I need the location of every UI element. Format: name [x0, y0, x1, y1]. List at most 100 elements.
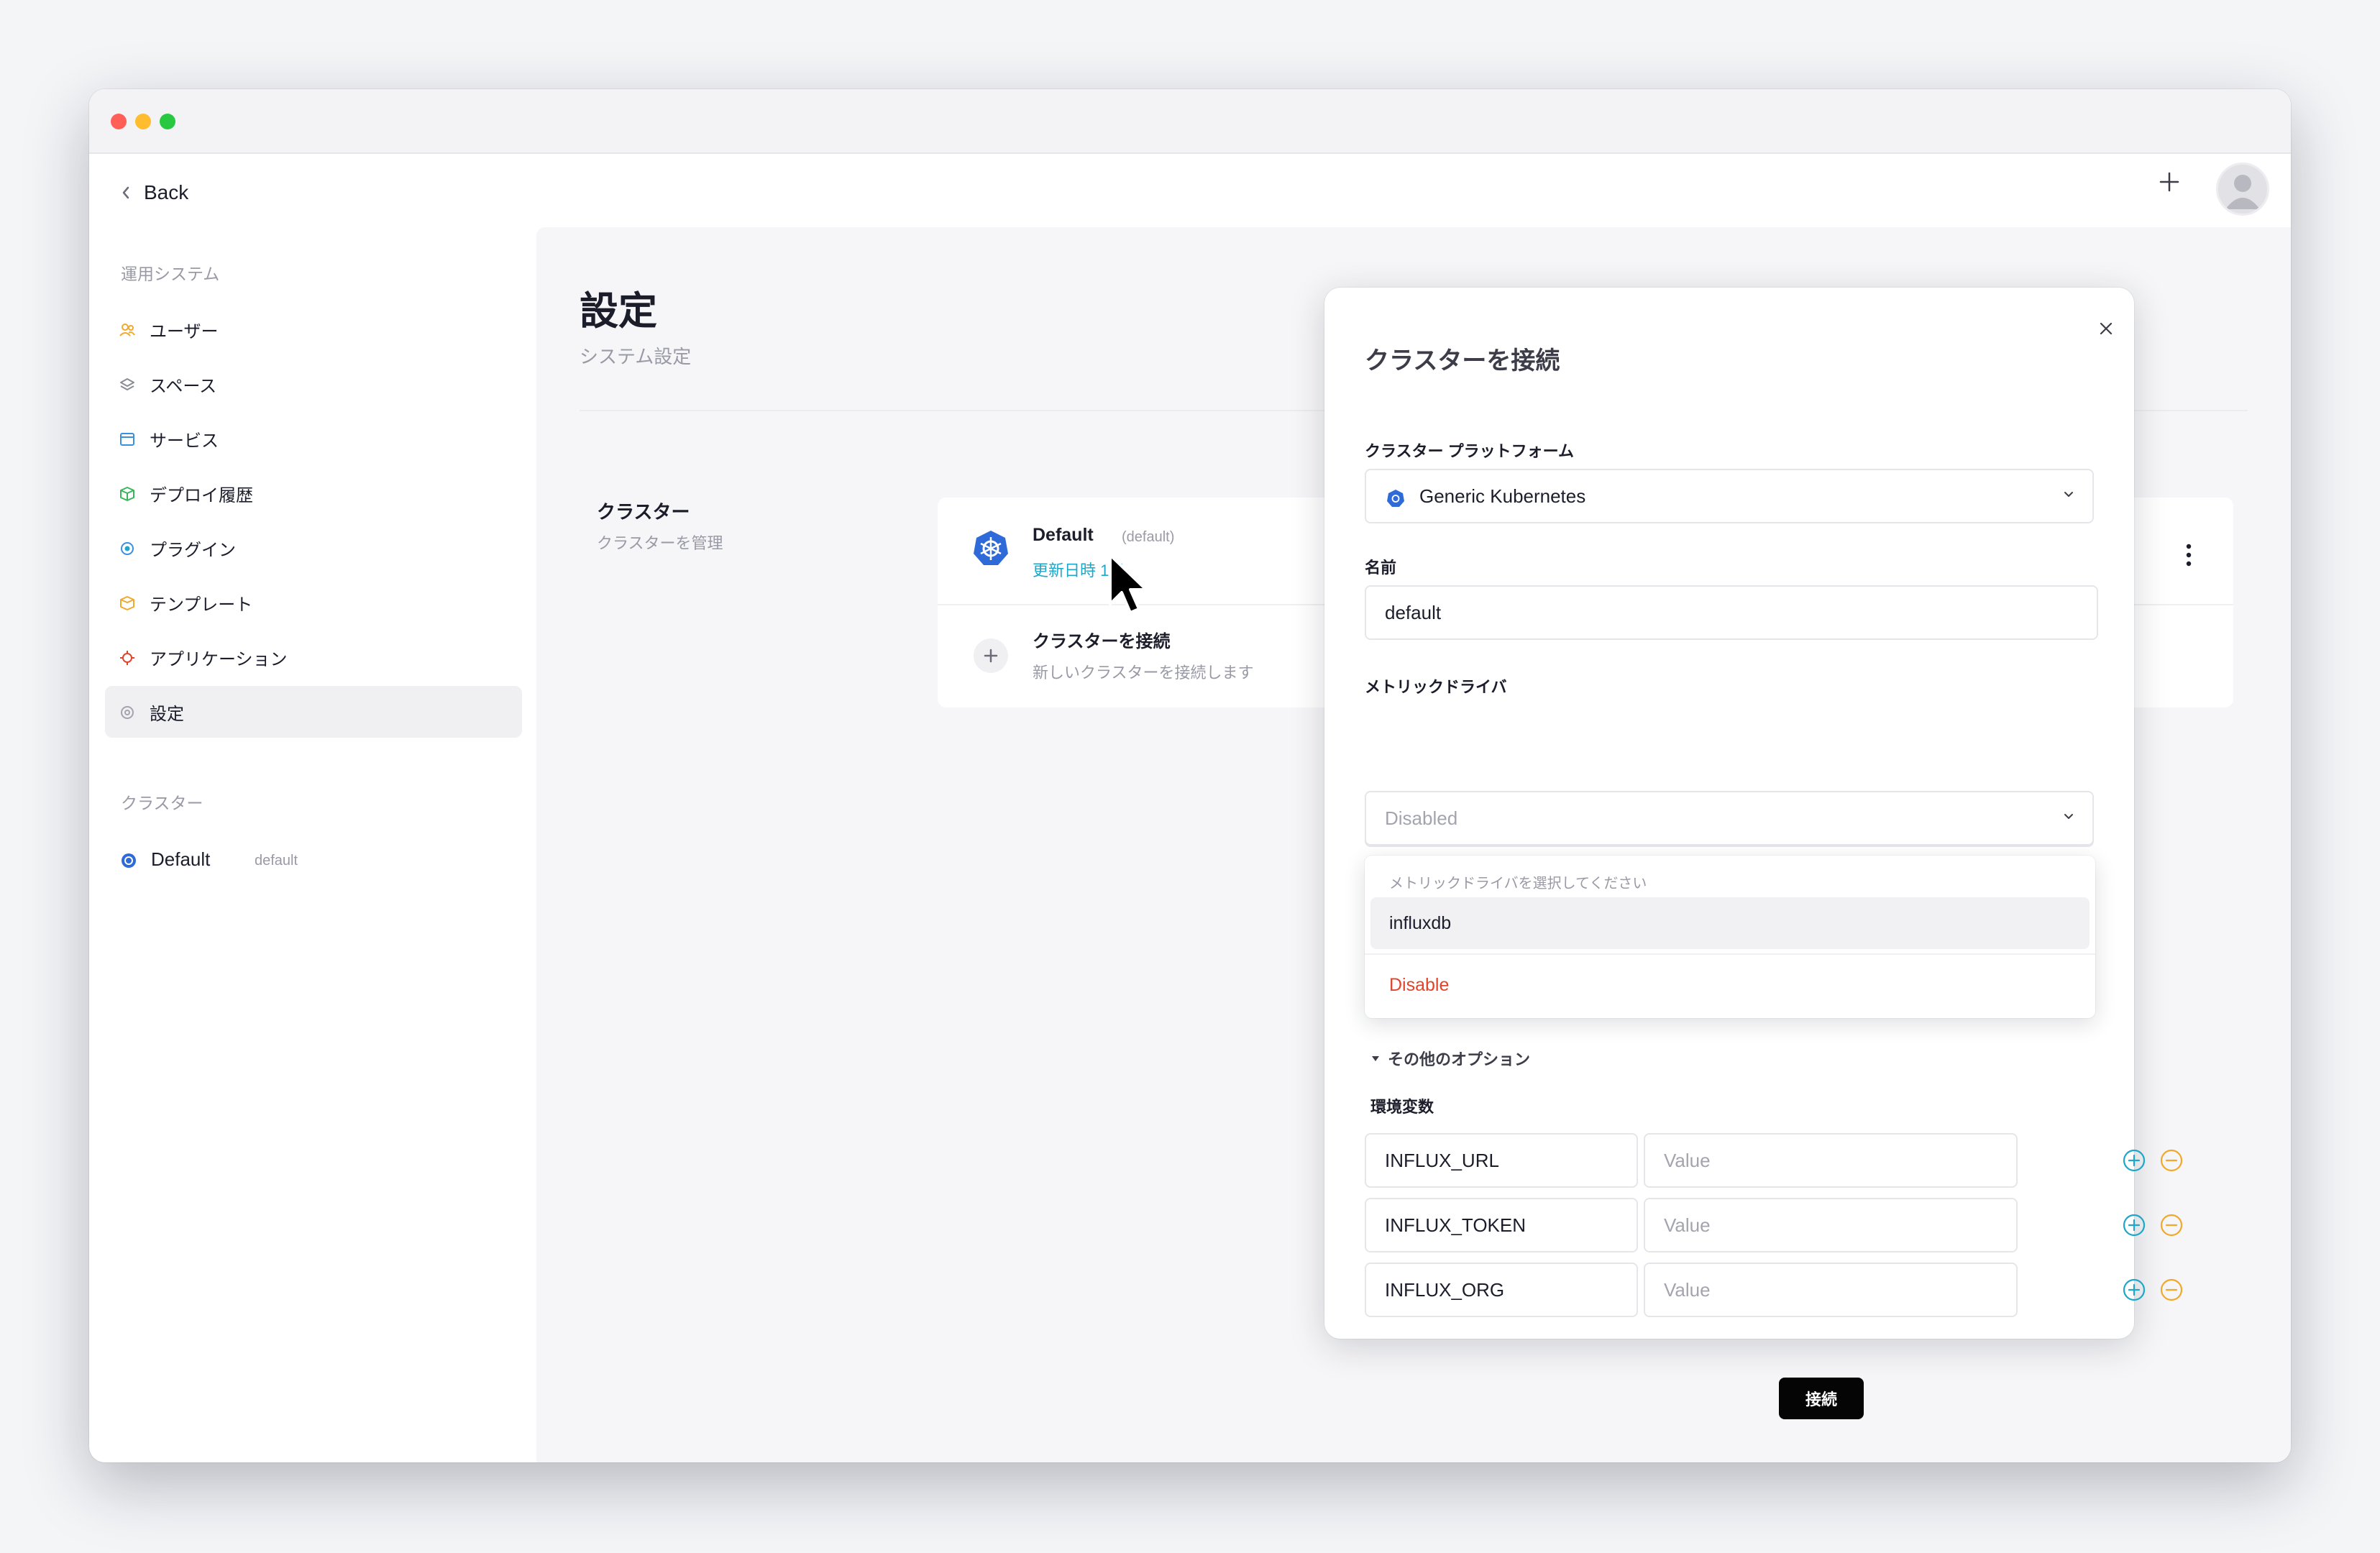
modal-title: クラスターを接続 [1365, 347, 1560, 375]
cluster-tag: default [255, 853, 298, 869]
more-options-label: その他のオプション [1388, 1050, 1531, 1068]
name-value: default [1385, 601, 1442, 623]
sidebar-item-users[interactable]: ユーザー [105, 303, 522, 355]
connect-cluster-title: クラスターを接続 [1033, 632, 1171, 651]
add-circle-icon[interactable] [2123, 1214, 2146, 1237]
template-icon [120, 596, 134, 610]
dropdown-option-disable[interactable]: Disable [1370, 959, 2090, 1011]
cluster-name: Default [151, 848, 211, 870]
minimize-window-button[interactable] [135, 114, 151, 129]
sidebar-item-label: スペース [150, 376, 217, 396]
remove-circle-icon[interactable] [2160, 1278, 2183, 1301]
metric-driver-label: メトリックドライバ [1365, 678, 1507, 696]
more-options-toggle[interactable]: その他のオプション [1370, 1047, 1530, 1070]
box-icon [120, 487, 134, 501]
users-icon [119, 324, 135, 336]
maximize-window-button[interactable] [160, 114, 175, 129]
chevron-down-icon [2064, 814, 2073, 819]
env-value-placeholder: Value [1664, 1149, 1711, 1171]
env-value-input[interactable]: Value [1644, 1263, 2018, 1317]
page-title: 設定 [580, 290, 657, 333]
more-vertical-icon[interactable] [2182, 541, 2196, 569]
sidebar-item-label: ユーザー [150, 321, 219, 342]
divider [1365, 953, 2095, 955]
platform-value: Generic Kubernetes [1419, 485, 1586, 507]
app-icon [120, 651, 134, 665]
env-key-input[interactable]: INFLUX_ORG [1365, 1263, 1638, 1317]
remove-circle-icon[interactable] [2160, 1214, 2183, 1237]
sidebar-item-label: テンプレート [150, 595, 253, 615]
sidebar-item-label: デプロイ履歴 [150, 485, 253, 505]
kubernetes-icon [1387, 490, 1404, 507]
env-value-placeholder: Value [1664, 1214, 1711, 1236]
env-key-value: INFLUX_ORG [1385, 1278, 1505, 1301]
page-subtitle: システム設定 [580, 346, 692, 367]
sidebar-item-applications[interactable]: アプリケーション [105, 631, 522, 683]
connect-cluster-subtitle: 新しいクラスターを接続します [1033, 664, 1254, 682]
mouse-cursor-icon [1109, 554, 1148, 614]
env-key-value: INFLUX_URL [1385, 1149, 1499, 1171]
avatar[interactable] [2216, 162, 2269, 216]
settings-icon [121, 706, 134, 719]
back-label: Back [144, 181, 189, 203]
option-label: influxdb [1389, 912, 1452, 933]
sidebar-cluster-default[interactable]: Default default [121, 846, 509, 877]
env-key-value: INFLUX_TOKEN [1385, 1214, 1527, 1236]
caret-down-icon [1372, 1056, 1379, 1061]
add-circle-icon[interactable] [2123, 1278, 2146, 1301]
section-title: クラスター [597, 501, 690, 523]
connect-cluster-row[interactable]: クラスターを接続 新しいクラスターを接続します [972, 627, 1375, 699]
sidebar-item-label: アプリケーション [150, 649, 288, 669]
add-circle-icon[interactable] [2123, 1149, 2146, 1172]
sidebar-item-label: 設定 [150, 704, 184, 724]
plus-circle-icon [974, 638, 1008, 673]
remove-circle-icon[interactable] [2160, 1149, 2183, 1172]
name-input[interactable]: default [1365, 585, 2098, 640]
kubernetes-icon [974, 531, 1008, 565]
chevron-down-icon [2064, 492, 2073, 497]
section-subtitle: クラスターを管理 [597, 534, 723, 552]
plus-icon [984, 649, 998, 663]
cluster-card-tag: (default) [1122, 529, 1175, 545]
connect-button[interactable]: 接続 [1779, 1378, 1864, 1419]
cluster-card-name: Default [1033, 525, 1094, 545]
sidebar-item-spaces[interactable]: スペース [105, 358, 522, 410]
sidebar-item-label: プラグイン [150, 540, 236, 560]
chevron-left-icon [122, 186, 129, 199]
option-label: Disable [1389, 974, 1450, 995]
platform-label: クラスター プラットフォーム [1365, 442, 1575, 460]
title-bar [89, 89, 2291, 154]
sidebar-item-deploy-history[interactable]: デプロイ履歴 [105, 467, 522, 519]
metric-driver-value: Disabled [1385, 807, 1458, 829]
name-label: 名前 [1365, 559, 1397, 577]
env-key-input[interactable]: INFLUX_URL [1365, 1133, 1638, 1188]
add-icon[interactable] [2159, 171, 2180, 193]
dropdown-option-influxdb[interactable]: influxdb [1370, 897, 2090, 949]
kubernetes-icon [122, 853, 136, 868]
sidebar-item-plugins[interactable]: プラグイン [105, 522, 522, 574]
close-icon[interactable] [2097, 319, 2115, 338]
window-icon [120, 433, 134, 446]
layers-icon [120, 378, 134, 390]
sidebar-item-templates[interactable]: テンプレート [105, 577, 522, 628]
env-vars-label: 環境変数 [1370, 1098, 1434, 1116]
platform-select[interactable]: Generic Kubernetes [1365, 469, 2094, 523]
nav-section-heading: 運用システム [121, 265, 220, 283]
dropdown-header: メトリックドライバを選択してください [1389, 876, 1647, 892]
back-link[interactable]: Back [121, 181, 188, 204]
close-window-button[interactable] [111, 114, 127, 129]
env-value-input[interactable]: Value [1644, 1198, 2018, 1252]
env-value-input[interactable]: Value [1644, 1133, 2018, 1188]
app-window: Back 運用システム ユーザー スペース サービス デプロイ履歴 プラグイン [89, 89, 2291, 1462]
connect-cluster-modal: クラスターを接続 クラスター プラットフォーム Generic Kubernet… [1324, 288, 2183, 1419]
metric-driver-select-field[interactable]: Disabled [1365, 791, 2094, 846]
cluster-row-default[interactable]: Default (default) 更新日時 1日 [972, 518, 1375, 590]
sidebar-item-settings[interactable]: 設定 [105, 686, 522, 738]
user-avatar-icon [2225, 175, 2260, 209]
plugin-icon [121, 542, 134, 555]
metric-driver-dropdown: メトリックドライバを選択してください influxdb Disable [1365, 856, 2095, 1018]
nav-section-heading: クラスター [121, 794, 203, 812]
sidebar-item-label: サービス [150, 431, 219, 451]
sidebar-item-services[interactable]: サービス [105, 413, 522, 464]
env-key-input[interactable]: INFLUX_TOKEN [1365, 1198, 1638, 1252]
